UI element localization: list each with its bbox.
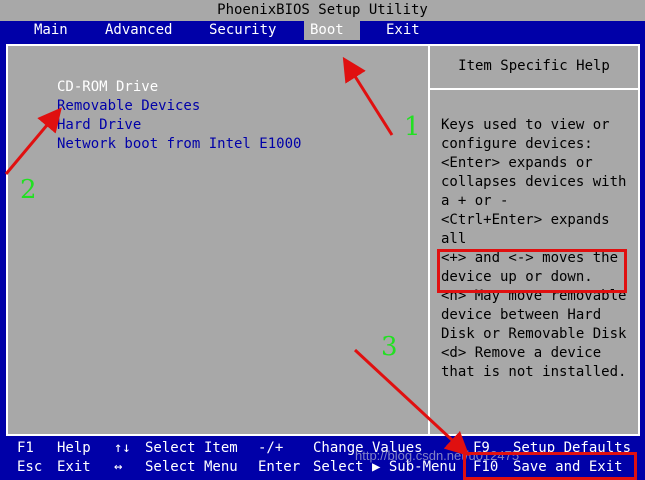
boot-item-removable[interactable]: Removable Devices: [57, 98, 200, 114]
boot-item-network[interactable]: Network boot from Intel E1000: [57, 136, 301, 152]
annotation-label-2: 2: [20, 175, 37, 205]
menu-bar: Main Advanced Security Boot Exit: [0, 21, 645, 40]
title-bar: PhoenixBIOS Setup Utility: [0, 0, 645, 21]
help-title: Item Specific Help: [458, 58, 610, 74]
key-minusplus: -/+: [258, 440, 284, 456]
boot-item-cdrom[interactable]: CD-ROM Drive: [57, 79, 158, 95]
help-line: that is not installed.: [441, 364, 627, 380]
menu-security[interactable]: Security: [203, 21, 282, 40]
help-line: device between Hard: [441, 307, 602, 323]
help-line: a + or -: [441, 193, 509, 209]
menu-exit[interactable]: Exit: [380, 21, 426, 40]
key-leftright: ↔: [114, 459, 123, 475]
menu-advanced[interactable]: Advanced: [99, 21, 178, 40]
panel-divider: [428, 46, 430, 434]
help-line: <Ctrl+Enter> expands: [441, 212, 610, 228]
key-esc-desc: Exit: [57, 459, 91, 475]
help-line: collapses devices with: [441, 174, 627, 190]
key-esc: Esc: [17, 459, 43, 475]
help-line: all: [441, 231, 467, 247]
annotation-box-help: [437, 249, 627, 293]
help-line: <Enter> expands or: [441, 155, 593, 171]
key-updown-desc: Select Item: [145, 440, 238, 456]
annotation-box-f10: [463, 452, 637, 480]
boot-item-harddrive[interactable]: Hard Drive: [57, 117, 141, 133]
key-f1-desc: Help: [57, 440, 91, 456]
help-line: Keys used to view or: [441, 117, 610, 133]
help-line: configure devices:: [441, 136, 593, 152]
key-updown: ↑↓: [114, 440, 131, 456]
key-enter: Enter: [258, 459, 301, 475]
annotation-label-3: 3: [381, 332, 398, 362]
window-title: PhoenixBIOS Setup Utility: [217, 2, 428, 18]
help-line: <d> Remove a device: [441, 345, 602, 361]
help-line: Disk or Removable Disk: [441, 326, 627, 342]
annotation-label-1: 1: [404, 112, 421, 142]
key-f1: F1: [17, 440, 34, 456]
key-leftright-desc: Select Menu: [145, 459, 238, 475]
menu-boot[interactable]: Boot: [304, 21, 360, 40]
menu-main[interactable]: Main: [28, 21, 74, 40]
help-header-divider: [430, 88, 638, 90]
